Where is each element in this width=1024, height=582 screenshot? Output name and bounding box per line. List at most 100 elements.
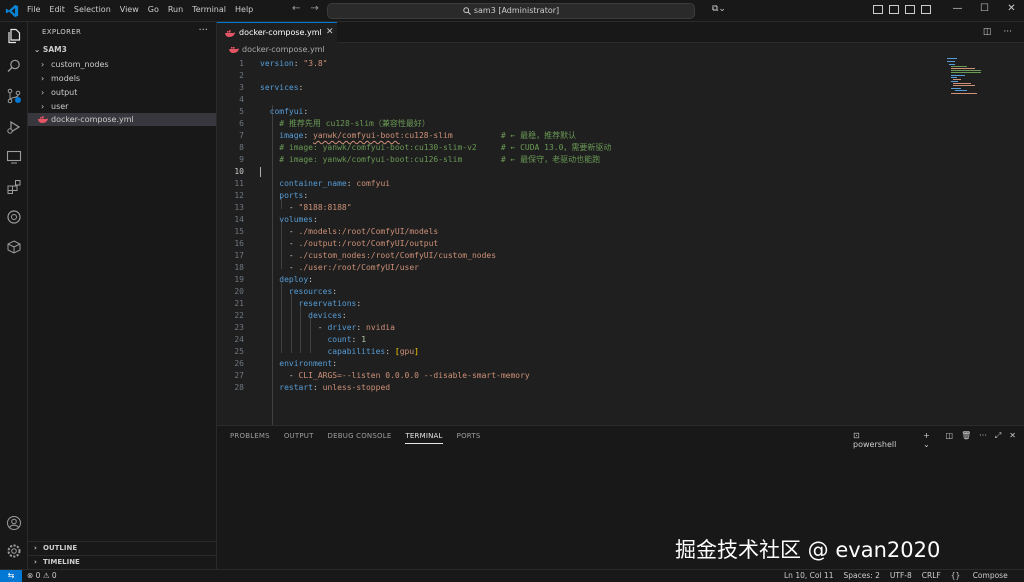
settings-gear-icon[interactable]	[6, 543, 22, 559]
line-ending[interactable]: CRLF	[922, 571, 941, 580]
remote-indicator-icon[interactable]: ⇆	[0, 570, 22, 582]
minimap[interactable]	[945, 57, 1005, 97]
split-terminal-icon[interactable]: ◫	[946, 431, 954, 449]
terminal-shell[interactable]: ⊡ powershell	[853, 431, 915, 449]
code-line[interactable]: 5 comfyui:	[217, 106, 937, 118]
menu-view[interactable]: View	[120, 5, 139, 14]
tab-docker-compose[interactable]: docker-compose.yml ✕	[217, 22, 337, 43]
code-line[interactable]: 27 - CLI_ARGS=--listen 0.0.0.0 --disable…	[217, 370, 937, 382]
maximize-icon[interactable]: ☐	[971, 3, 998, 14]
menu-file[interactable]: File	[27, 5, 40, 14]
trash-icon[interactable]: 🗑	[961, 431, 971, 449]
containers-icon[interactable]	[6, 239, 22, 255]
remote-explorer-icon[interactable]	[6, 149, 22, 165]
layout-controls	[873, 5, 937, 14]
code-line[interactable]: 19 deploy:	[217, 274, 937, 286]
menu-terminal[interactable]: Terminal	[192, 5, 226, 14]
tree-file-docker-compose[interactable]: docker-compose.yml	[28, 113, 216, 126]
code-line[interactable]: 15 - ./models:/root/ComfyUI/models	[217, 226, 937, 238]
tab-ports[interactable]: PORTS	[457, 432, 481, 444]
explorer-title: EXPLORER	[42, 28, 82, 36]
more-actions-icon[interactable]: ···	[979, 431, 987, 449]
code-line[interactable]: 26 environment:	[217, 358, 937, 370]
code-line[interactable]: 16 - ./output:/root/ComfyUI/output	[217, 238, 937, 250]
code-line[interactable]: 23 - driver: nvidia	[217, 322, 937, 334]
tab-output[interactable]: OUTPUT	[284, 432, 314, 444]
tab-terminal[interactable]: TERMINAL	[405, 432, 443, 444]
code-line[interactable]: 13 - "8188:8188"	[217, 202, 937, 214]
code-line[interactable]: 11 container_name: comfyui	[217, 178, 937, 190]
forward-arrow-icon[interactable]: →	[310, 3, 318, 14]
tree-folder-models[interactable]: › models	[28, 72, 216, 85]
split-editor-icon[interactable]: ◫	[983, 27, 992, 37]
menu-edit[interactable]: Edit	[49, 5, 65, 14]
tree-folder-output[interactable]: › output	[28, 86, 216, 99]
code-text: - CLI_ARGS=--listen 0.0.0.0 --disable-sm…	[288, 371, 530, 380]
menu-go[interactable]: Go	[148, 5, 159, 14]
menu-selection[interactable]: Selection	[74, 5, 111, 14]
close-icon[interactable]: ✕	[998, 3, 1024, 14]
encoding[interactable]: UTF-8	[890, 571, 912, 580]
command-center[interactable]: sam3 [Administrator]	[327, 3, 695, 19]
close-tab-icon[interactable]: ✕	[326, 27, 334, 37]
code-line[interactable]: 10	[217, 166, 937, 178]
account-icon[interactable]	[6, 515, 22, 531]
back-arrow-icon[interactable]: ←	[292, 3, 300, 14]
code-line[interactable]: 18 - ./user:/root/ComfyUI/user	[217, 262, 937, 274]
explorer-files-icon[interactable]	[6, 28, 22, 44]
line-number: 18	[234, 263, 244, 272]
toggle-panel-icon[interactable]	[889, 5, 899, 14]
run-debug-icon[interactable]	[6, 119, 22, 135]
code-line[interactable]: 6 # 推荐先用 cu128-slim（兼容性最好）	[217, 118, 937, 130]
menu-help[interactable]: Help	[235, 5, 253, 14]
code-text: - ./custom_nodes:/root/ComfyUI/custom_no…	[288, 251, 497, 260]
code-line[interactable]: 21 reservations:	[217, 298, 937, 310]
code-line[interactable]: 1 version: "3.8"	[217, 58, 937, 70]
indentation[interactable]: Spaces: 2	[843, 571, 879, 580]
maximize-panel-icon[interactable]: ⤢	[995, 431, 1001, 449]
more-actions-icon[interactable]: ···	[1003, 27, 1012, 37]
source-control-icon[interactable]	[6, 88, 22, 104]
copilot-chat-icon[interactable]	[6, 209, 22, 225]
code-line[interactable]: 28 restart: unless-stopped	[217, 382, 937, 394]
code-line[interactable]: 22 devices:	[217, 310, 937, 322]
toggle-secondary-sidebar-icon[interactable]	[905, 5, 915, 14]
language-mode[interactable]: {} Compose	[951, 571, 1018, 580]
code-line[interactable]: 17 - ./custom_nodes:/root/ComfyUI/custom…	[217, 250, 937, 262]
new-terminal-icon[interactable]: + ⌄	[923, 431, 937, 449]
timeline-section[interactable]: › TIMELINE	[28, 555, 216, 568]
close-panel-icon[interactable]: ✕	[1009, 431, 1016, 449]
code-line[interactable]: 20 resources:	[217, 286, 937, 298]
code-line[interactable]: 8 # image: yanwk/comfyui-boot:cu130-slim…	[217, 142, 937, 154]
code-line[interactable]: 2	[217, 70, 937, 82]
menu-run[interactable]: Run	[168, 5, 183, 14]
code-text: # image: yanwk/comfyui-boot:cu130-slim-v…	[279, 143, 612, 152]
toggle-sidebar-icon[interactable]	[873, 5, 883, 14]
tree-folder-custom-nodes[interactable]: › custom_nodes	[28, 58, 216, 71]
search-icon[interactable]	[6, 58, 22, 74]
code-line[interactable]: 7 image: yanwk/comfyui-boot:cu128-slim #…	[217, 130, 937, 142]
line-number: 8	[239, 143, 244, 152]
minimize-icon[interactable]: —	[944, 3, 971, 14]
code-line[interactable]: 9 # image: yanwk/comfyui-boot:cu126-slim…	[217, 154, 937, 166]
more-actions-icon[interactable]: ···	[198, 25, 208, 36]
code-line[interactable]: 12 ports:	[217, 190, 937, 202]
customize-layout-icon[interactable]	[921, 5, 931, 14]
tab-problems[interactable]: PROBLEMS	[230, 432, 270, 444]
code-line[interactable]: 25 capabilities: [gpu]	[217, 346, 937, 358]
code-editor[interactable]: 1 version: "3.8" 2 3 services: 4 5 comfyui: 6 #…	[217, 57, 1024, 441]
code-line[interactable]: 4	[217, 94, 937, 106]
workspace-root[interactable]: ⌄ SAM3	[34, 45, 67, 54]
code-line[interactable]: 24 count: 1	[217, 334, 937, 346]
extensions-icon[interactable]	[6, 179, 22, 195]
problems-count[interactable]: ⊗ 0 ⚠ 0	[27, 571, 57, 580]
cursor-position[interactable]: Ln 10, Col 11	[784, 571, 833, 580]
chevron-down-icon: ⌄	[34, 45, 41, 54]
code-line[interactable]: 3 services:	[217, 82, 937, 94]
line-number: 11	[234, 179, 244, 188]
tree-folder-user[interactable]: › user	[28, 100, 216, 113]
outline-section[interactable]: › OUTLINE	[28, 541, 216, 554]
tab-debug-console[interactable]: DEBUG CONSOLE	[328, 432, 392, 444]
copilot-icon[interactable]: ⧉⌄	[712, 4, 726, 14]
code-line[interactable]: 14 volumes:	[217, 214, 937, 226]
